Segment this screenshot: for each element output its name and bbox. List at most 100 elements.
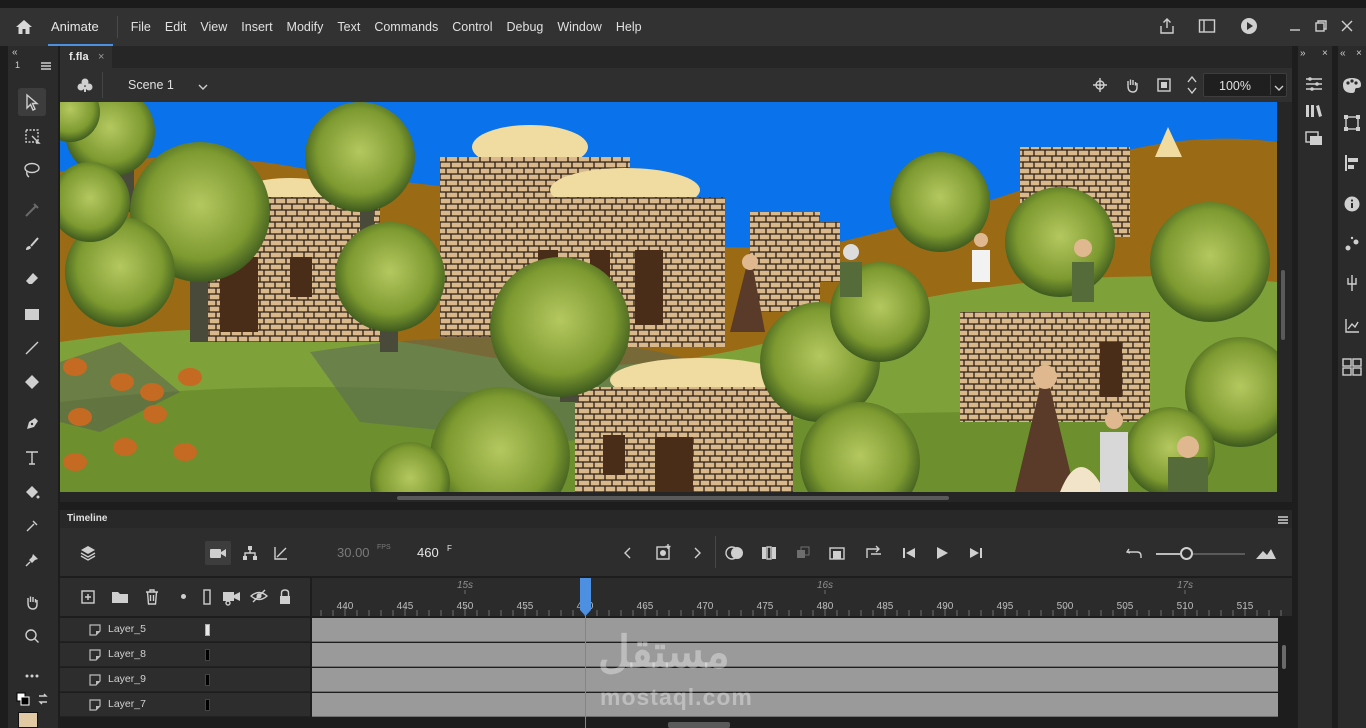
transform-icon[interactable] — [1343, 114, 1361, 135]
frame-row[interactable] — [312, 618, 1278, 642]
camera-icon[interactable] — [205, 541, 231, 565]
frame-row[interactable] — [312, 693, 1278, 717]
zoom-mountain-icon[interactable] — [1255, 546, 1277, 563]
layer-name[interactable]: Layer_8 — [108, 648, 146, 660]
menu-debug[interactable]: Debug — [500, 20, 551, 34]
menu-text[interactable]: Text — [330, 20, 367, 34]
layer-parenting-icon[interactable] — [242, 545, 258, 564]
outline-layers-icon[interactable] — [202, 588, 212, 609]
hide-all-layers-icon[interactable] — [249, 588, 269, 607]
brush-tool-icon[interactable] — [18, 230, 46, 258]
new-folder-icon[interactable] — [111, 589, 129, 608]
edit-symbols-icon[interactable] — [76, 77, 94, 96]
layer-row[interactable]: Layer_9 — [60, 668, 310, 692]
line-tool-icon[interactable] — [18, 334, 46, 362]
layers-stack-icon[interactable] — [79, 544, 97, 565]
layer-outline-swatch[interactable] — [205, 699, 210, 711]
stage-artwork[interactable] — [60, 102, 1277, 492]
reset-timeline-scale-icon[interactable] — [1125, 545, 1143, 564]
new-layer-icon[interactable] — [80, 589, 96, 608]
step-forward-icon[interactable] — [968, 545, 984, 564]
toolbar-menu-icon[interactable] — [40, 60, 52, 74]
motion-presets-icon[interactable] — [1344, 236, 1360, 255]
timeline-menu-icon[interactable] — [1277, 514, 1289, 528]
lock-all-layers-icon[interactable] — [278, 588, 292, 609]
stage-horizontal-scrollbar[interactable] — [397, 496, 949, 500]
zoom-stepper-icon[interactable] — [1186, 74, 1198, 99]
frame-row[interactable] — [312, 643, 1278, 667]
layer-outline-swatch[interactable] — [205, 649, 210, 661]
rotate-stage-icon[interactable] — [1123, 76, 1141, 97]
collapse-panel-arrows[interactable]: « — [12, 47, 18, 58]
paint-bucket-3d-icon[interactable] — [18, 368, 46, 396]
collapse-panel-arrows[interactable]: » — [1300, 48, 1306, 59]
eraser-tool-icon[interactable] — [18, 264, 46, 292]
layer-outline-swatch[interactable] — [205, 624, 210, 636]
menu-modify[interactable]: Modify — [280, 20, 331, 34]
zoom-tool-icon[interactable] — [18, 622, 46, 650]
menu-window[interactable]: Window — [550, 20, 608, 34]
layer-row[interactable]: Layer_8 — [60, 643, 310, 667]
eyedropper-tool-icon[interactable] — [18, 512, 46, 540]
paint-bucket-tool-icon[interactable] — [18, 478, 46, 506]
layer-row[interactable]: Layer_7 — [60, 693, 310, 717]
selection-tool-icon[interactable] — [18, 88, 46, 116]
loop-playback-icon[interactable] — [865, 545, 883, 564]
properties-icon[interactable] — [1305, 76, 1323, 95]
next-keyframe-icon[interactable] — [692, 546, 702, 563]
playhead-marker[interactable] — [580, 578, 591, 616]
scene-name[interactable]: Scene 1 — [128, 78, 174, 92]
frame-row[interactable] — [312, 668, 1278, 692]
scene-chevron-down-icon[interactable] — [197, 80, 209, 94]
timeline-zoom-track-left[interactable] — [1156, 553, 1180, 555]
align-icon[interactable] — [1344, 154, 1360, 175]
text-tool-icon[interactable] — [18, 444, 46, 472]
menu-insert[interactable]: Insert — [234, 20, 279, 34]
close-window-icon[interactable] — [1340, 19, 1354, 36]
zoom-chevron-down-icon[interactable] — [1273, 81, 1285, 95]
menu-control[interactable]: Control — [445, 20, 499, 34]
library-icon[interactable] — [1305, 103, 1323, 122]
restore-window-icon[interactable] — [1314, 19, 1328, 36]
fill-color-swatch[interactable] — [18, 712, 38, 728]
menu-view[interactable]: View — [193, 20, 234, 34]
timeline-zoom-track-right[interactable] — [1193, 553, 1245, 555]
lasso-tool-icon[interactable] — [18, 156, 46, 184]
stage-vertical-scrollbar[interactable] — [1281, 270, 1285, 340]
subselection-tool-icon[interactable] — [18, 196, 46, 224]
code-snippets-icon[interactable] — [1344, 274, 1360, 295]
play-icon[interactable] — [934, 545, 950, 564]
menu-file[interactable]: File — [124, 20, 158, 34]
home-icon[interactable] — [0, 8, 48, 46]
close-panel-arrows[interactable]: × — [1322, 48, 1328, 59]
swap-colors-icon[interactable] — [36, 692, 50, 709]
edit-multiple-frames-icon[interactable] — [761, 545, 777, 564]
info-icon[interactable] — [1344, 196, 1360, 215]
previous-keyframe-icon[interactable] — [623, 546, 633, 563]
pen-tool-icon[interactable] — [18, 410, 46, 438]
share-icon[interactable] — [1158, 17, 1176, 38]
expand-panel-arrows[interactable]: « — [1340, 48, 1346, 59]
timeline-zoom-slider-thumb[interactable] — [1180, 547, 1193, 560]
default-colors-icon[interactable] — [16, 692, 30, 709]
menu-edit[interactable]: Edit — [158, 20, 194, 34]
components-icon[interactable] — [1342, 358, 1362, 379]
close-tab-icon[interactable]: × — [98, 46, 104, 68]
close-panel-icon[interactable]: × — [1356, 48, 1362, 59]
current-frame-value[interactable]: 460 — [417, 545, 439, 560]
panel-layout-icon[interactable] — [1198, 18, 1216, 37]
assets-icon[interactable] — [1305, 130, 1323, 149]
hand-tool-icon[interactable] — [18, 588, 46, 616]
layer-row[interactable]: Layer_5 — [60, 618, 310, 642]
onion-skin-icon[interactable] — [725, 545, 745, 564]
rectangle-tool-icon[interactable] — [18, 300, 46, 328]
insert-keyframe-icon[interactable] — [655, 543, 673, 564]
test-movie-icon[interactable] — [1240, 17, 1258, 38]
zoom-field[interactable]: 100% — [1203, 73, 1287, 97]
delete-layer-icon[interactable] — [144, 588, 160, 609]
clip-content-icon[interactable] — [1156, 77, 1172, 96]
app-name[interactable]: Animate — [48, 8, 113, 46]
stage-center-icon[interactable] — [1092, 77, 1108, 96]
pin-tool-icon[interactable] — [18, 546, 46, 574]
output-graph-icon[interactable] — [1344, 318, 1360, 337]
